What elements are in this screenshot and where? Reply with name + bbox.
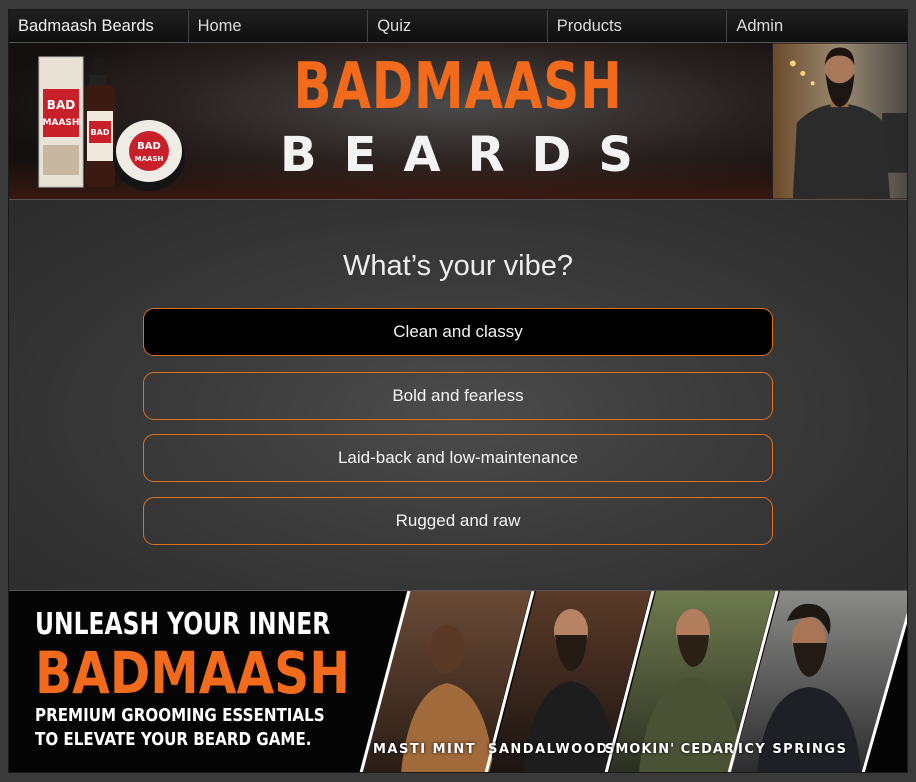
promo-tagline-2: TO ELEVATE YOUR BEARD GAME. xyxy=(35,729,312,750)
quiz-question: What’s your vibe? xyxy=(343,250,573,282)
option-laid-back[interactable]: Laid-back and low-maintenance xyxy=(143,434,773,482)
bearded-man-photo xyxy=(772,43,907,199)
promo-brand: BADMAASH xyxy=(35,639,351,707)
hero-banner: BAD MAASH BAD BAD MAASH BADMAASH BEARDS xyxy=(9,43,907,199)
nav-admin-link[interactable]: Admin xyxy=(727,10,907,43)
nav-home-link[interactable]: Home xyxy=(189,10,369,43)
top-nav: Badmaash Beards Home Quiz Products Admin xyxy=(9,10,907,43)
scent-label-smokin-cedar: SMOKIN' CEDAR xyxy=(605,742,735,757)
page-frame: Badmaash Beards Home Quiz Products Admin… xyxy=(8,9,908,773)
nav-products-link[interactable]: Products xyxy=(548,10,728,43)
option-rugged-and-raw[interactable]: Rugged and raw xyxy=(143,497,773,545)
option-clean-and-classy[interactable]: Clean and classy xyxy=(143,308,773,356)
promo-tagline-1: PREMIUM GROOMING ESSENTIALS xyxy=(35,705,325,726)
promo-text-block: UNLEASH YOUR INNER BADMAASH PREMIUM GROO… xyxy=(35,607,414,752)
svg-text:BAD: BAD xyxy=(47,98,75,112)
scent-label-icy-springs: ICY SPRINGS xyxy=(738,742,848,757)
promo-banner: UNLEASH YOUR INNER BADMAASH PREMIUM GROO… xyxy=(9,591,907,772)
promo-headline: UNLEASH YOUR INNER xyxy=(35,607,331,642)
scent-label-masti-mint: MASTI MINT xyxy=(373,742,477,757)
nav-brand-link[interactable]: Badmaash Beards xyxy=(9,10,189,43)
quiz-section: What’s your vibe? Clean and classy Bold … xyxy=(9,199,907,591)
scent-label-sandalwood: SANDALWOOD xyxy=(488,742,609,757)
option-bold-and-fearless[interactable]: Bold and fearless xyxy=(143,372,773,420)
hero-title: BADMAASH xyxy=(293,50,623,124)
nav-quiz-link[interactable]: Quiz xyxy=(368,10,548,43)
